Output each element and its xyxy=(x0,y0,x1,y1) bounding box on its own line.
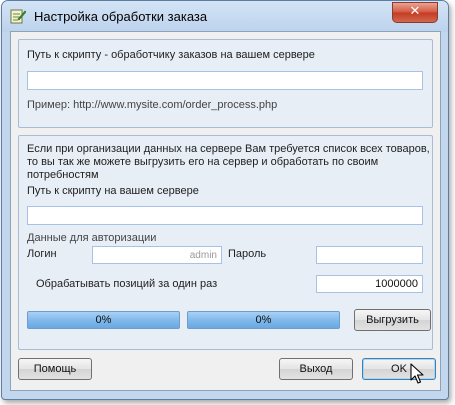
batch-size-input[interactable]: 1000000 xyxy=(316,275,423,293)
upload-progress-bar-2: 0% xyxy=(187,311,340,329)
close-button[interactable]: ✕ xyxy=(392,2,438,23)
example-url-text: Пример: http://www.mysite.com/order_proc… xyxy=(27,99,278,111)
close-icon: ✕ xyxy=(409,4,421,19)
products-script-path-label: Путь к скрипту на вашем сервере xyxy=(27,185,199,197)
upload-progress-bar-1: 0% xyxy=(27,311,180,329)
products-script-path-input[interactable] xyxy=(27,206,423,225)
order-script-path-input[interactable] xyxy=(27,71,423,90)
exit-button[interactable]: Выход xyxy=(279,358,353,380)
products-description-line2: то вы так же можете выгрузить его на сер… xyxy=(27,156,379,168)
mouse-pointer-icon xyxy=(410,363,426,385)
products-export-panel: Если при организации данных на сервере В… xyxy=(18,135,433,350)
dialog-window: Настройка обработки заказа ✕ Путь к скри… xyxy=(1,0,449,400)
products-description-line3: потребностям xyxy=(27,169,99,181)
script-path-label: Путь к скрипту - обработчику заказов на … xyxy=(27,49,315,61)
login-input[interactable]: admin xyxy=(92,246,222,264)
products-description-line1: Если при организации данных на сервере В… xyxy=(27,143,430,155)
login-label: Логин xyxy=(27,248,57,260)
title-bar[interactable]: Настройка обработки заказа ✕ xyxy=(2,1,448,32)
dialog-body: Путь к скрипту - обработчику заказов на … xyxy=(10,31,441,391)
password-input[interactable] xyxy=(316,246,423,264)
auth-section-label: Данные для авторизации xyxy=(27,232,157,244)
batch-size-label: Обрабатывать позиций за один раз xyxy=(36,278,218,290)
upload-button[interactable]: Выгрузить xyxy=(354,309,431,331)
help-button[interactable]: Помощь xyxy=(18,358,92,380)
password-label: Пароль xyxy=(228,248,267,260)
document-pencil-icon xyxy=(10,8,27,24)
window-title: Настройка обработки заказа xyxy=(34,9,208,24)
script-path-panel: Путь к скрипту - обработчику заказов на … xyxy=(18,39,433,128)
